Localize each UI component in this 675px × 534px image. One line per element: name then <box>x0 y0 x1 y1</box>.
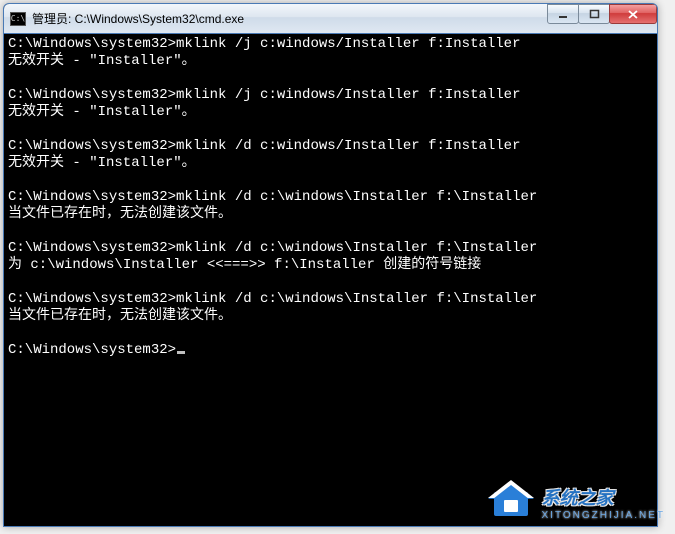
output-text: 无效开关 - "Installer"。 <box>8 53 196 69</box>
maximize-button[interactable] <box>578 4 610 24</box>
prompt: C:\Windows\system32> <box>8 36 176 52</box>
cmd-window: C:\ 管理员: C:\Windows\System32\cmd.exe C:\… <box>3 3 658 527</box>
prompt: C:\Windows\system32> <box>8 87 176 103</box>
cmd-icon: C:\ <box>10 12 26 26</box>
command-text: mklink /d c:\windows\Installer f:\Instal… <box>176 240 537 256</box>
prompt: C:\Windows\system32> <box>8 189 176 205</box>
close-button[interactable] <box>609 4 657 24</box>
output-text: 当文件已存在时，无法创建该文件。 <box>8 308 232 324</box>
command-text: mklink /d c:windows/Installer f:Installe… <box>176 138 520 154</box>
prompt: C:\Windows\system32> <box>8 138 176 154</box>
command-text: mklink /j c:windows/Installer f:Installe… <box>176 36 520 52</box>
prompt: C:\Windows\system32> <box>8 240 176 256</box>
prompt: C:\Windows\system32> <box>8 291 176 307</box>
window-controls <box>548 4 657 24</box>
title-bar[interactable]: C:\ 管理员: C:\Windows\System32\cmd.exe <box>4 4 657 34</box>
output-text: 当文件已存在时，无法创建该文件。 <box>8 206 232 222</box>
minimize-button[interactable] <box>547 4 579 24</box>
command-text: mklink /d c:\windows\Installer f:\Instal… <box>176 291 537 307</box>
output-text: 无效开关 - "Installer"。 <box>8 155 196 171</box>
cursor <box>177 351 185 354</box>
console-output[interactable]: C:\Windows\system32>mklink /j c:windows/… <box>4 34 657 526</box>
command-text: mklink /d c:\windows\Installer f:\Instal… <box>176 189 537 205</box>
command-text: mklink /j c:windows/Installer f:Installe… <box>176 87 520 103</box>
output-text: 为 c:\windows\Installer <<===>> f:\Instal… <box>8 257 481 273</box>
output-text: 无效开关 - "Installer"。 <box>8 104 196 120</box>
prompt: C:\Windows\system32> <box>8 342 176 358</box>
